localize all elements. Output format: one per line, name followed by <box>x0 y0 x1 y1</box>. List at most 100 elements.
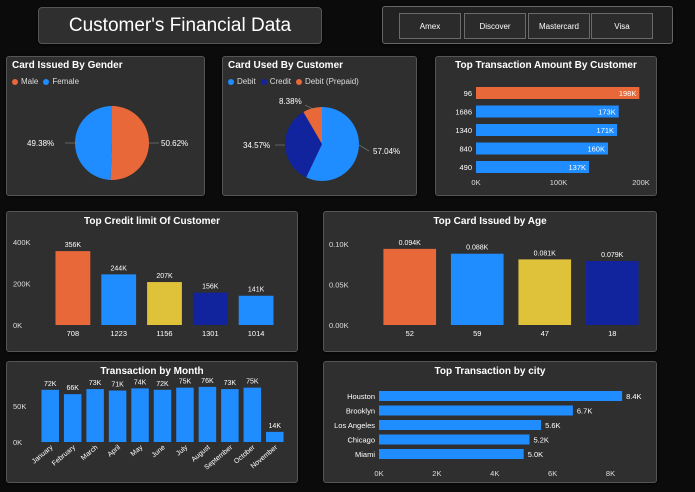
bar-52[interactable] <box>383 248 437 325</box>
title-panel: Customer's Financial Data <box>38 7 322 44</box>
month-chart[interactable]: 72KJanuary66KFebruary73KMarch71KApril74K… <box>7 362 299 484</box>
y-tick-label: 0K <box>13 321 22 330</box>
month-panel: Transaction by Month 72K January 66K Februa… <box>6 361 298 483</box>
y-tick-label: 0K <box>13 438 22 447</box>
category-label: Brooklyn <box>346 407 375 416</box>
bar-708[interactable] <box>55 251 91 325</box>
data-label: 8.4K <box>626 392 641 401</box>
bar-may[interactable] <box>131 388 149 442</box>
bar-february[interactable] <box>63 394 82 442</box>
data-label: 137K <box>568 163 586 172</box>
slicer-visa[interactable]: Visa <box>591 13 653 39</box>
gender-label-male: 50.62% <box>161 139 188 148</box>
bar-miami[interactable] <box>379 449 524 459</box>
category-label: Los Angeles <box>334 421 375 430</box>
city-chart[interactable]: Houston 8.4K Brooklyn 6.7K Los Angeles 5.6K Ch… <box>324 362 658 484</box>
bar-january[interactable] <box>41 389 59 442</box>
data-label: 171K <box>597 126 615 135</box>
bar-1014[interactable] <box>238 295 274 325</box>
cardtype-label-prepaid: 8.38% <box>279 97 302 106</box>
bar-59[interactable] <box>450 253 504 325</box>
bar-september[interactable] <box>221 389 239 442</box>
bar-november[interactable] <box>266 431 284 442</box>
city-panel: Top Transaction by city Houston 8.4K Brook… <box>323 361 657 483</box>
bar-august[interactable] <box>198 386 217 442</box>
x-tick-label: 100K <box>550 178 568 187</box>
toptxn-panel: Top Transaction Amount By Customer 96 198… <box>435 56 657 196</box>
bar-18[interactable] <box>585 261 639 325</box>
data-label: 73K <box>89 380 102 387</box>
bar-brooklyn[interactable] <box>379 405 573 416</box>
credit-panel: Top Credit limit Of Customer 356K 708 244K… <box>6 211 298 352</box>
data-label: 71K <box>111 382 124 389</box>
category-label: 1223 <box>110 329 127 338</box>
pie-slice-female[interactable] <box>74 106 112 180</box>
category-label: 52 <box>406 329 414 338</box>
bar-47[interactable] <box>518 259 572 325</box>
x-tick-label: 4K <box>490 469 499 478</box>
cardtype-label-debit: 57.04% <box>373 147 400 156</box>
data-label: 173K <box>598 108 616 117</box>
data-label: 72K <box>156 381 169 388</box>
slicer-amex[interactable]: Amex <box>399 13 461 39</box>
x-tick-label: 8K <box>606 469 615 478</box>
toptxn-chart[interactable]: 96 198K 1686 173K 1340 171K 840 160K 490 137K 0K 10… <box>436 57 658 197</box>
card-brand-slicer: Amex Discover Mastercard Visa <box>382 6 673 44</box>
pie-slice-male[interactable] <box>110 106 149 180</box>
leader-line-debit <box>358 144 370 152</box>
data-label: 75K <box>179 379 192 386</box>
data-label: 75K <box>246 379 259 386</box>
bar-july[interactable] <box>176 387 194 442</box>
y-tick-label: 200K <box>13 280 31 289</box>
bar-march[interactable] <box>86 389 104 442</box>
data-label: 5.2K <box>533 436 548 445</box>
category-label: 1301 <box>202 329 219 338</box>
category-label: July <box>175 444 189 458</box>
bar-april[interactable] <box>108 390 127 442</box>
page-title: Customer's Financial Data <box>68 15 292 36</box>
data-label: 5.6K <box>545 421 560 430</box>
data-label: 0.094K <box>399 240 422 247</box>
cardtype-label-credit: 34.57% <box>243 141 270 150</box>
bar-los-angeles[interactable] <box>379 420 542 430</box>
category-label: 59 <box>473 329 481 338</box>
y-tick-label: 0.10K <box>329 240 349 249</box>
data-label: 73K <box>224 380 237 387</box>
category-label: 1156 <box>156 329 172 338</box>
credit-chart[interactable]: 356K 708 244K 1223 207K 1156 156K 1301 141K 1014 0… <box>7 212 299 353</box>
bar-1223[interactable] <box>101 274 137 325</box>
cardtype-pie-chart[interactable]: 8.38% 34.57% 57.04% <box>223 57 418 197</box>
category-label: 1340 <box>455 126 472 135</box>
category-label: April <box>107 444 123 459</box>
category-label: 47 <box>541 329 549 338</box>
bar-96[interactable] <box>476 87 640 99</box>
bar-october[interactable] <box>243 387 262 442</box>
bar-1301[interactable] <box>192 292 228 325</box>
y-tick-label: 0.00K <box>329 321 349 330</box>
category-label: 490 <box>459 163 472 172</box>
x-tick-label: 0K <box>374 469 383 478</box>
category-label: 840 <box>459 145 472 154</box>
data-label: 356K <box>65 242 82 249</box>
gender-pie-chart[interactable]: 49.38% 50.62% <box>7 57 206 197</box>
bar-1156[interactable] <box>147 282 182 325</box>
data-label: 160K <box>587 145 605 154</box>
y-tick-label: 0.05K <box>329 281 349 290</box>
data-label: 0.081K <box>534 250 557 257</box>
category-label: 1014 <box>248 329 265 338</box>
cardtype-pie-panel: Card Used By Customer Debit Credit Debit… <box>222 56 417 196</box>
bar-chicago[interactable] <box>379 434 530 445</box>
slicer-mastercard[interactable]: Mastercard <box>528 13 590 39</box>
data-label: 0.088K <box>466 245 489 252</box>
age-chart[interactable]: 0.094K 52 0.088K 59 0.081K 47 0.079K 18 0.00K 0.0… <box>324 212 658 353</box>
age-panel: Top Card Issued by Age 0.094K 52 0.088K 59 0… <box>323 211 657 352</box>
category-label: 708 <box>67 329 80 338</box>
category-label: Houston <box>347 392 375 401</box>
bar-houston[interactable] <box>379 391 623 401</box>
slicer-discover[interactable]: Discover <box>464 13 526 39</box>
data-label: 141K <box>248 287 265 294</box>
data-label: 74K <box>134 379 147 386</box>
data-label: 207K <box>156 273 173 280</box>
bar-june[interactable] <box>153 389 172 442</box>
category-label: May <box>130 444 145 458</box>
